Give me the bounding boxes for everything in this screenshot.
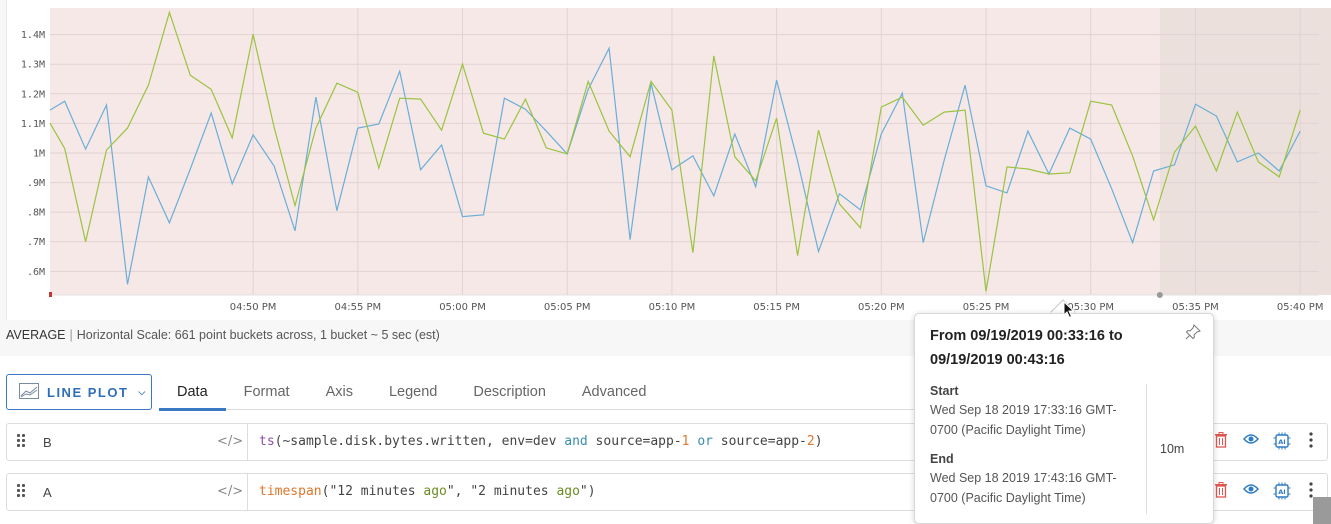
code-token: source=app- [587,434,682,449]
y-tick-label: 1.4M [21,30,45,41]
range-marker-dot [1156,292,1163,298]
tab-advanced[interactable]: Advanced [564,374,665,410]
x-tick-label: 04:50 PM [230,302,277,313]
x-tick-label: 05:35 PM [1172,302,1219,313]
chevron-down-icon: ⌵ [138,386,147,397]
y-axis-ticks: .6M .7M .8M .9M 1M 1.1M 1.2M 1.3M 1.4M [21,30,45,278]
x-tick-label: 04:55 PM [334,302,381,313]
trash-icon[interactable] [1213,432,1229,450]
origin-marker [49,292,52,297]
chart-type-dropdown[interactable]: LINE PLOT ⌵ [6,374,152,410]
mouse-cursor-icon [1063,300,1075,324]
x-tick-label: 05:40 PM [1277,302,1324,313]
more-vertical-icon[interactable] [1303,432,1319,450]
code-token: and [564,434,588,449]
aggregation-mode: AVERAGE [6,328,66,342]
code-token: ) [814,434,823,449]
code-token: ("12 minutes [321,484,424,499]
svg-text:AI: AI [1278,438,1285,446]
code-token: (~sample.disk.bytes.written, env=dev [274,434,565,449]
tooltip-title: From 09/19/2019 00:33:16 to 09/19/2019 0… [930,328,1123,368]
code-token: ") [579,484,596,499]
x-tick-label: 05:10 PM [649,302,696,313]
tab-format[interactable]: Format [226,374,308,410]
x-tick-label: 05:15 PM [753,302,800,313]
drag-handle-icon[interactable] [17,484,25,498]
time-range-tooltip: From 09/19/2019 00:33:16 to 09/19/2019 0… [914,313,1214,524]
tab-data[interactable]: Data [159,374,226,411]
status-bar: AVERAGE | Horizontal Scale: 661 point buck… [6,328,440,342]
query-name[interactable]: B [43,435,52,450]
x-tick-label: 05:20 PM [858,302,905,313]
code-icon[interactable]: </> [217,434,243,449]
chart-panel: .6M .7M .8M .9M 1M 1.1M 1.2M 1.3M 1.4M 04:50 PM 0… [6,0,1331,320]
code-token: timespan [259,484,322,499]
x-tick-label: 05:00 PM [439,302,486,313]
svg-text:AI: AI [1278,488,1285,496]
horizontal-scale-info: Horizontal Scale: 661 point buckets acro… [76,328,440,342]
query-expression-input[interactable]: timespan("12 minutes ago", "2 minutes ag… [259,484,596,499]
x-axis-ticks: 04:50 PM 04:55 PM 05:00 PM 05:05 PM 05:10 PM… [230,302,1324,313]
tab-axis[interactable]: Axis [308,374,371,410]
y-tick-label: 1.2M [21,89,45,100]
divider [1146,384,1147,514]
code-token: ", "2 minutes [446,484,557,499]
y-tick-label: .9M [27,178,45,189]
code-token: ago [556,484,580,499]
end-label: End [930,452,954,466]
y-tick-label: .7M [27,237,45,248]
plot-background [50,8,1319,295]
divider [247,424,248,460]
y-tick-label: 1M [33,148,45,159]
pin-icon[interactable] [1185,324,1201,345]
code-token: source=app- [712,434,807,449]
x-tick-label: 05:05 PM [544,302,591,313]
y-tick-label: .8M [27,208,45,219]
trash-icon[interactable] [1213,482,1229,500]
ai-chip-icon[interactable]: AI [1273,432,1291,450]
query-expression-input[interactable]: ts(~sample.disk.bytes.written, env=dev a… [259,434,823,449]
code-icon[interactable]: </> [217,484,243,499]
query-name[interactable]: A [43,485,52,500]
y-tick-label: 1.3M [21,60,45,71]
start-label: Start [930,384,959,398]
line-chart[interactable]: .6M.7M.8M.9M1M1.1M1.2M1.3M1.4M 04:50 PM 0… [7,0,1331,320]
separator: | [69,328,73,342]
line-chart-icon [19,382,39,402]
y-tick-label: .6M [27,267,45,278]
divider [247,474,248,510]
row-actions: AI [1213,432,1319,450]
start-value: Wed Sep 18 2019 17:33:16 GMT-0700 (Pacif… [930,403,1117,437]
tooltip-times: Start Wed Sep 18 2019 17:33:16 GMT-0700 … [930,384,1140,508]
duration-value: 10m [1160,442,1185,456]
tab-legend[interactable]: Legend [371,374,455,410]
eye-icon[interactable] [1243,432,1259,450]
code-token: or [697,434,713,449]
y-tick-label: 1.1M [21,119,45,130]
row-actions: AI [1213,482,1319,500]
eye-icon[interactable] [1243,482,1259,500]
code-token: 2 [806,434,815,449]
code-token: ago [423,484,447,499]
code-token: ts [259,434,275,449]
ai-chip-icon[interactable]: AI [1273,482,1291,500]
x-tick-label: 05:25 PM [963,302,1010,313]
chart-type-label: LINE PLOT [47,384,129,400]
tab-description[interactable]: Description [455,374,564,410]
scrollbar-thumb[interactable] [1313,497,1331,524]
highlight-band [1159,8,1331,295]
drag-handle-icon[interactable] [17,434,25,448]
end-value: Wed Sep 18 2019 17:43:16 GMT-0700 (Pacif… [930,471,1117,505]
